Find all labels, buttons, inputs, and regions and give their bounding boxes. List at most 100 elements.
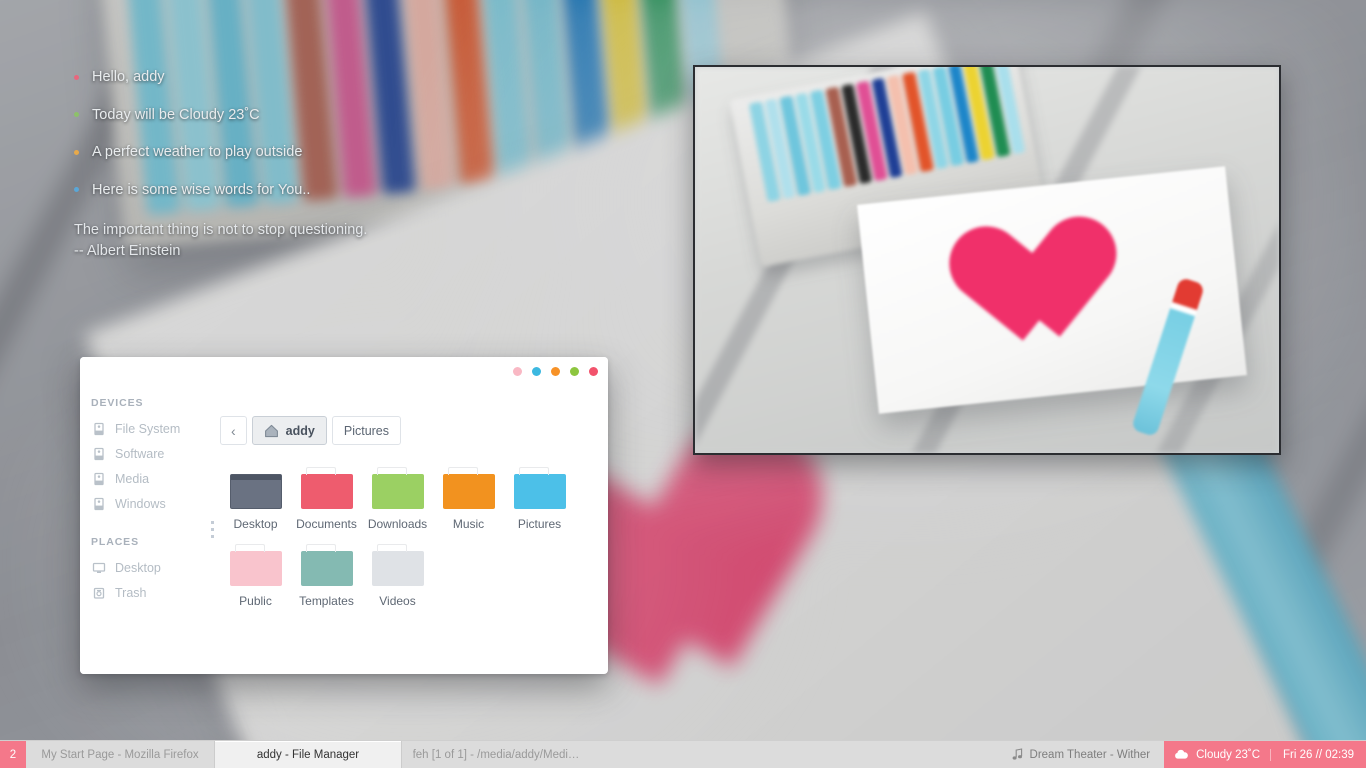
file-icon-wrap [291, 465, 362, 509]
file-icon-wrap [433, 465, 504, 509]
taskbar[interactable]: 2 My Start Page - Mozilla Firefox addy -… [0, 740, 1366, 768]
feh-photo [695, 67, 1279, 453]
conky-bullet-icon [74, 187, 79, 193]
sidebar-item-label: Software [115, 446, 165, 461]
file-item-label: Music [452, 517, 485, 531]
file-item-templates[interactable]: Templates [291, 542, 362, 608]
breadcrumb-item-label: Pictures [343, 423, 390, 438]
task-button-feh[interactable]: feh [1 of 1] - /media/addy/Medi… [402, 741, 590, 768]
folder-icon [229, 544, 282, 586]
file-icon-wrap [220, 465, 291, 509]
sidebar-item-label: Windows [115, 496, 166, 511]
now-playing-label: Dream Theater - Wither [1029, 748, 1151, 761]
folder-icon [371, 467, 424, 509]
file-item-pictures[interactable]: Pictures [504, 465, 575, 531]
conky-widget: Hello, addy Today will be Cloudy 23˚C A … [74, 70, 574, 261]
file-manager-window[interactable]: DEVICES File System Software Media Windo… [80, 357, 608, 674]
sidebar-item-desktop[interactable]: Desktop [90, 555, 204, 580]
conky-bullet-icon [74, 149, 79, 155]
task-button-firefox[interactable]: My Start Page - Mozilla Firefox [26, 741, 214, 768]
file-icon-wrap [504, 465, 575, 509]
cloud-icon [1175, 749, 1188, 759]
file-item-desktop[interactable]: Desktop [220, 465, 291, 531]
file-icon-wrap [362, 542, 433, 586]
folder-icon [300, 544, 353, 586]
sidebar-resize-handle[interactable] [204, 385, 220, 674]
sidebar-item-label: Trash [115, 585, 147, 600]
file-item-label: Public [239, 594, 272, 608]
file-icon-wrap [291, 542, 362, 586]
close-button[interactable] [589, 366, 598, 376]
shade-button[interactable] [513, 366, 522, 376]
file-icon-wrap [220, 542, 291, 586]
file-item-label: Desktop [233, 517, 278, 531]
feh-image-viewer-window[interactable] [693, 65, 1281, 455]
breadcrumb-item-label: addy [285, 423, 315, 438]
trash-icon [93, 587, 105, 599]
sidebar-item-trash[interactable]: Trash [90, 580, 204, 605]
grip-dots-icon [210, 521, 214, 538]
sidebar-section-devices-title: DEVICES [91, 397, 144, 409]
conky-line-text: A perfect weather to play outside [92, 144, 303, 160]
folder-icon [371, 544, 424, 586]
conky-line-text: Here is some wise words for You.. [92, 181, 311, 198]
restore-button[interactable] [570, 366, 579, 376]
file-item-public[interactable]: Public [220, 542, 291, 608]
minimize-button[interactable] [532, 366, 541, 376]
task-button-label: feh [1 of 1] - /media/addy/Medi… [412, 748, 580, 761]
sidebar-item-media[interactable]: Media [90, 466, 204, 491]
sidebar-item-label: Media [115, 471, 150, 486]
conky-bullet-icon [74, 112, 79, 118]
file-item-label: Documents [296, 517, 357, 531]
folder-icon [300, 467, 353, 509]
back-chevron-icon: ‹ [231, 422, 236, 439]
clock-weather-widget[interactable]: Cloudy 23˚C Fri 26 // 02:39 [1164, 741, 1366, 768]
conky-line: Here is some wise words for You.. [74, 181, 574, 198]
breadcrumb-item-addy[interactable]: addy [251, 416, 327, 445]
file-manager-body: DEVICES File System Software Media Windo… [80, 385, 608, 674]
file-item-videos[interactable]: Videos [362, 542, 433, 608]
conky-quote: The important thing is not to stop quest… [74, 222, 368, 259]
back-button[interactable]: ‹ [220, 416, 247, 445]
now-playing-widget[interactable]: Dream Theater - Wither [998, 741, 1165, 768]
clock-label[interactable]: Fri 26 // 02:39 [1281, 749, 1354, 761]
sidebar-section-places-title: PLACES [91, 536, 139, 548]
file-browser-pane[interactable]: ‹ addy Pictures Desktop Documents Downlo… [220, 385, 608, 674]
sidebar-item-software[interactable]: Software [90, 441, 204, 466]
file-item-label: Templates [299, 594, 354, 608]
desktop[interactable]: Hello, addy Today will be Cloudy 23˚C A … [0, 0, 1366, 768]
file-grid: Desktop Documents Downloads Music Pictur… [220, 465, 580, 619]
screen-icon [229, 474, 282, 509]
folder-icon [442, 467, 495, 509]
sidebar-item-windows[interactable]: Windows [90, 491, 204, 516]
task-button-file-manager[interactable]: addy - File Manager [214, 741, 402, 768]
conky-line-text: Hello, addy [92, 69, 165, 85]
file-item-documents[interactable]: Documents [291, 465, 362, 531]
weather-widget[interactable]: Cloudy 23˚C [1174, 748, 1272, 761]
file-item-label: Pictures [517, 517, 562, 531]
file-manager-titlebar[interactable] [80, 357, 608, 385]
folder-icon [513, 467, 566, 509]
sidebar: DEVICES File System Software Media Windo… [80, 385, 204, 674]
conky-line: A perfect weather to play outside [74, 145, 574, 160]
sidebar-item-label: Desktop [115, 560, 161, 575]
drive-icon [94, 497, 104, 510]
sidebar-item-file-system[interactable]: File System [90, 416, 204, 441]
drive-icon [94, 472, 104, 485]
task-button-label: My Start Page - Mozilla Firefox [41, 748, 199, 761]
file-item-downloads[interactable]: Downloads [362, 465, 433, 531]
file-item-label: Downloads [367, 517, 428, 531]
monitor-icon [92, 562, 106, 573]
system-tray: Dream Theater - Wither Cloudy 23˚C Fri 2… [998, 741, 1366, 768]
breadcrumb-item-pictures[interactable]: Pictures [331, 416, 402, 445]
file-icon-wrap [362, 465, 433, 509]
task-button-label: addy - File Manager [256, 748, 360, 761]
conky-line: Hello, addy [74, 70, 574, 85]
conky-line: Today will be Cloudy 23˚C [74, 106, 574, 123]
file-item-music[interactable]: Music [433, 465, 504, 531]
workspace-indicator[interactable]: 2 [0, 741, 26, 768]
conky-bullet-icon [74, 74, 79, 80]
drive-icon [94, 447, 104, 460]
conky-line-text: Today will be Cloudy 23˚C [92, 106, 260, 123]
maximize-button[interactable] [551, 366, 560, 376]
